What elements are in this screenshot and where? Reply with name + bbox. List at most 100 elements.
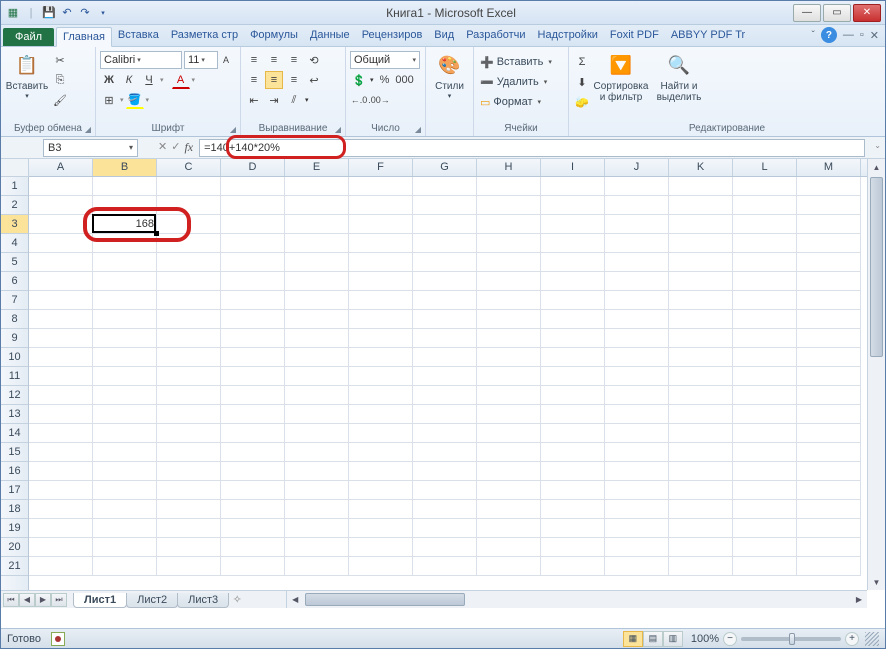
sheet-nav-last-icon[interactable]: ⏭ — [51, 593, 67, 607]
sheet-nav-prev-icon[interactable]: ◀ — [19, 593, 35, 607]
cell[interactable] — [605, 291, 669, 310]
cell[interactable] — [605, 443, 669, 462]
zoom-in-icon[interactable]: + — [845, 632, 859, 646]
file-tab[interactable]: Файл — [3, 28, 54, 46]
doc-restore-icon[interactable]: ▫ — [860, 29, 864, 41]
cell[interactable] — [221, 348, 285, 367]
row-header[interactable]: 18 — [1, 500, 28, 519]
cell[interactable] — [285, 348, 349, 367]
cell[interactable] — [605, 272, 669, 291]
cell[interactable] — [93, 481, 157, 500]
cell[interactable] — [285, 329, 349, 348]
cell[interactable] — [669, 253, 733, 272]
cell[interactable] — [605, 253, 669, 272]
cell[interactable] — [669, 405, 733, 424]
cell[interactable] — [605, 215, 669, 234]
dialog-launcher-icon[interactable]: ◢ — [415, 125, 421, 134]
cell[interactable] — [285, 367, 349, 386]
italic-button[interactable]: К — [120, 71, 138, 89]
comma-icon[interactable]: 000 — [396, 71, 414, 89]
cell[interactable] — [797, 386, 861, 405]
row-header[interactable]: 13 — [1, 405, 28, 424]
cell[interactable] — [669, 291, 733, 310]
cell[interactable] — [605, 367, 669, 386]
cell[interactable] — [669, 557, 733, 576]
cell[interactable] — [93, 386, 157, 405]
cell[interactable] — [29, 462, 93, 481]
cell[interactable] — [221, 329, 285, 348]
ribbon-tab-главная[interactable]: Главная — [56, 27, 112, 47]
cell[interactable] — [285, 443, 349, 462]
cell[interactable] — [29, 443, 93, 462]
ribbon-tab-foxit pdf[interactable]: Foxit PDF — [604, 26, 665, 46]
cell[interactable] — [349, 405, 413, 424]
cell[interactable] — [605, 177, 669, 196]
cell[interactable] — [541, 557, 605, 576]
cell[interactable] — [29, 424, 93, 443]
fill-handle[interactable] — [154, 231, 159, 236]
cell[interactable] — [669, 272, 733, 291]
cell[interactable] — [93, 405, 157, 424]
cell[interactable] — [669, 424, 733, 443]
scroll-thumb[interactable] — [305, 593, 465, 606]
fill-color-icon[interactable]: 🪣 — [126, 91, 144, 109]
cell[interactable] — [733, 405, 797, 424]
sheet-nav-first-icon[interactable]: ⏮ — [3, 593, 19, 607]
cell[interactable] — [669, 367, 733, 386]
row-header[interactable]: 21 — [1, 557, 28, 576]
cell[interactable] — [349, 500, 413, 519]
copy-icon[interactable]: ⎘ — [51, 71, 69, 89]
cell[interactable] — [349, 177, 413, 196]
cell[interactable] — [541, 291, 605, 310]
cell[interactable] — [349, 481, 413, 500]
cell[interactable] — [157, 519, 221, 538]
cell[interactable] — [413, 310, 477, 329]
format-cells-button[interactable]: ▭Формат▾ — [478, 93, 564, 111]
cell[interactable] — [349, 253, 413, 272]
cell[interactable] — [733, 272, 797, 291]
cell[interactable] — [93, 291, 157, 310]
cell[interactable] — [93, 500, 157, 519]
cancel-formula-icon[interactable]: ✕ — [158, 140, 167, 155]
column-header[interactable]: G — [413, 159, 477, 176]
cell[interactable] — [797, 405, 861, 424]
cell[interactable] — [285, 196, 349, 215]
cell[interactable] — [477, 291, 541, 310]
cell[interactable] — [221, 424, 285, 443]
cell[interactable] — [669, 234, 733, 253]
cell[interactable] — [221, 196, 285, 215]
cell[interactable] — [29, 310, 93, 329]
cell[interactable] — [29, 234, 93, 253]
row-header[interactable]: 10 — [1, 348, 28, 367]
cell[interactable] — [221, 234, 285, 253]
cell[interactable] — [541, 405, 605, 424]
font-size-combo[interactable]: 11▾ — [184, 51, 218, 69]
cell[interactable] — [157, 443, 221, 462]
column-header[interactable]: E — [285, 159, 349, 176]
cell[interactable] — [157, 386, 221, 405]
vertical-scrollbar[interactable]: ▲ ▼ — [867, 159, 885, 590]
cell[interactable] — [413, 462, 477, 481]
cell[interactable] — [605, 196, 669, 215]
clear-icon[interactable]: 🧽 — [573, 93, 591, 111]
cell[interactable] — [541, 481, 605, 500]
cell[interactable] — [93, 272, 157, 291]
cell[interactable] — [221, 291, 285, 310]
cell[interactable] — [797, 196, 861, 215]
merge-icon[interactable]: ⫽ — [285, 91, 303, 109]
cell[interactable] — [221, 405, 285, 424]
cell[interactable] — [541, 329, 605, 348]
cell[interactable] — [413, 443, 477, 462]
cell[interactable] — [285, 462, 349, 481]
cell[interactable] — [413, 386, 477, 405]
cell[interactable] — [29, 519, 93, 538]
row-header[interactable]: 6 — [1, 272, 28, 291]
cell[interactable] — [157, 272, 221, 291]
insert-function-icon[interactable]: fx — [184, 140, 193, 155]
align-middle-icon[interactable]: ≡ — [265, 51, 283, 69]
delete-cells-button[interactable]: ➖Удалить▾ — [478, 73, 564, 91]
font-color-icon[interactable]: A — [172, 71, 190, 89]
sheet-tab[interactable]: Лист2 — [126, 593, 178, 608]
cell[interactable] — [349, 234, 413, 253]
cell[interactable] — [349, 367, 413, 386]
